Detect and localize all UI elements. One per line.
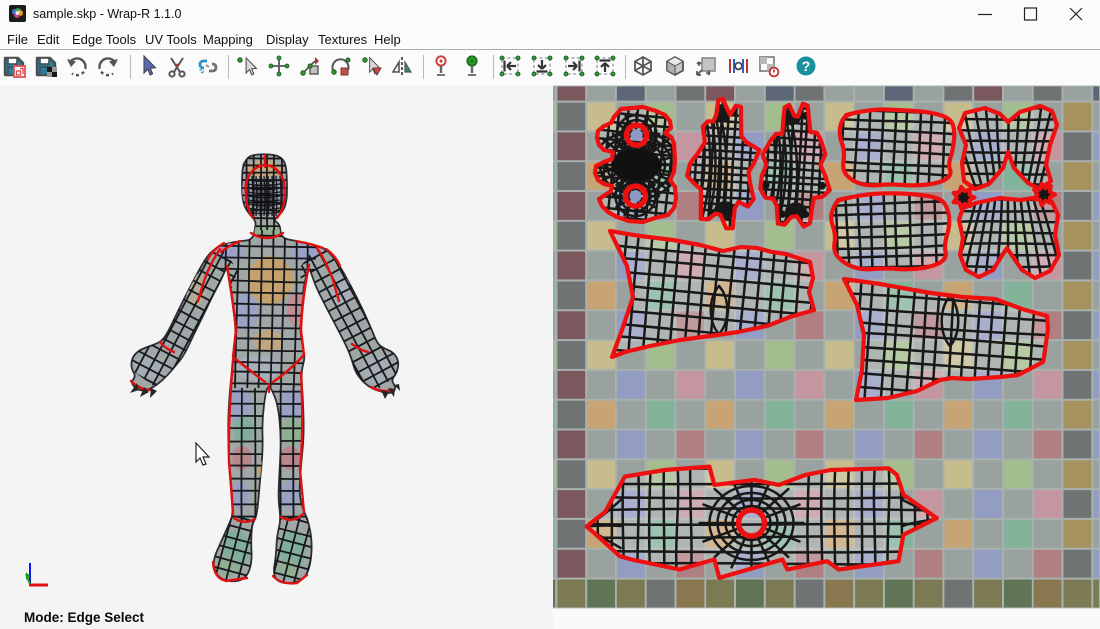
svg-text:?: ? (802, 58, 811, 74)
